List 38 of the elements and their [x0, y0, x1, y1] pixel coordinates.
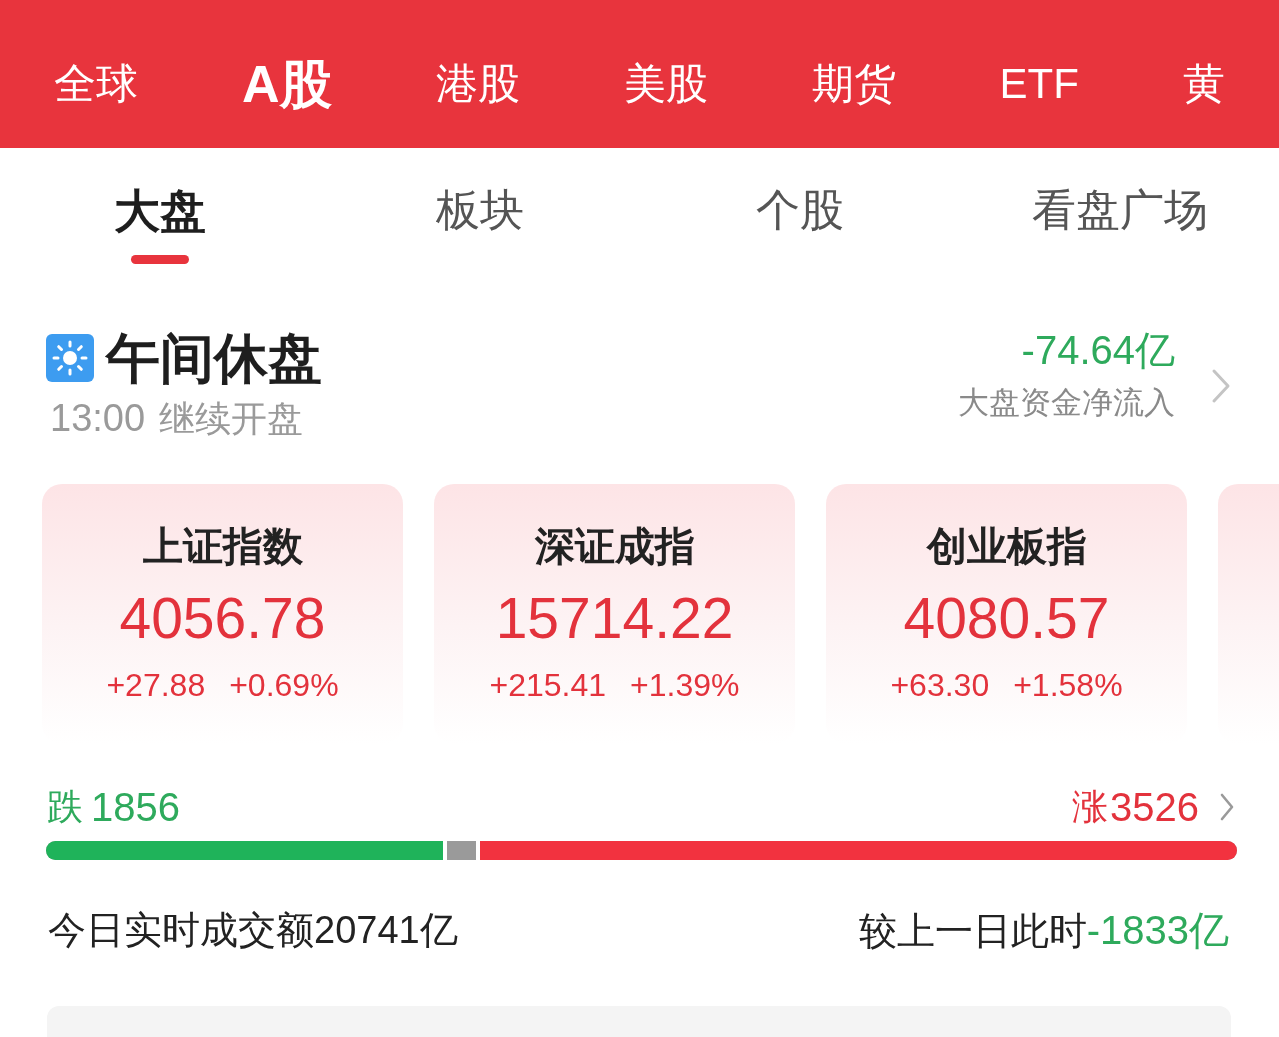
market-tab[interactable]: ETF: [999, 58, 1079, 110]
index-change: +27.88: [106, 666, 206, 705]
index-change: +215.41: [489, 666, 607, 705]
index-change-percent: +1.39%: [630, 666, 740, 705]
sub-tab[interactable]: 看盘广场: [1032, 184, 1208, 237]
chevron-right-icon[interactable]: [1219, 792, 1235, 822]
reopen-time: 13:00: [50, 396, 146, 440]
net-flow-value: -74.64亿: [1021, 327, 1175, 374]
index-value: 15714.22: [495, 585, 734, 652]
sun-icon: [46, 334, 94, 383]
index-change-percent: +0.69%: [229, 666, 339, 705]
index-name: 深证成指: [534, 523, 695, 570]
market-tab[interactable]: 黄: [1182, 58, 1225, 110]
reopen-note: 继续开盘: [159, 396, 304, 441]
index-name: 创业板指: [926, 523, 1087, 570]
sub-tab[interactable]: 大盘: [114, 184, 206, 240]
index-value: 4056.78: [119, 585, 326, 652]
turnover-text: 今日实时成交额20741亿: [48, 907, 458, 953]
decline-label: 跌: [47, 784, 83, 829]
index-change-percent: +1.58%: [1013, 666, 1123, 705]
chevron-right-icon[interactable]: [1211, 368, 1231, 404]
index-change: +63.30: [890, 666, 990, 705]
compare-value: -1833亿: [1086, 906, 1229, 954]
sub-tab[interactable]: 板块: [436, 184, 524, 237]
market-tab[interactable]: A股: [242, 52, 332, 116]
advance-label: 涨: [1072, 784, 1108, 829]
compare-label: 较上一日此时: [858, 908, 1087, 954]
net-flow-label: 大盘资金净流入: [958, 384, 1175, 422]
advance-count: 3526: [1110, 784, 1199, 830]
market-tab[interactable]: 美股: [623, 58, 708, 110]
sub-tab[interactable]: 个股: [756, 184, 844, 237]
market-tab[interactable]: 期货: [811, 58, 896, 110]
market-tab[interactable]: 港股: [435, 58, 520, 110]
session-title: 午间休盘: [106, 327, 322, 390]
market-tab[interactable]: 全球: [54, 58, 138, 110]
index-value: 4080.57: [903, 585, 1110, 652]
decline-count: 1856: [91, 784, 180, 830]
index-name: 上证指数: [142, 523, 303, 570]
